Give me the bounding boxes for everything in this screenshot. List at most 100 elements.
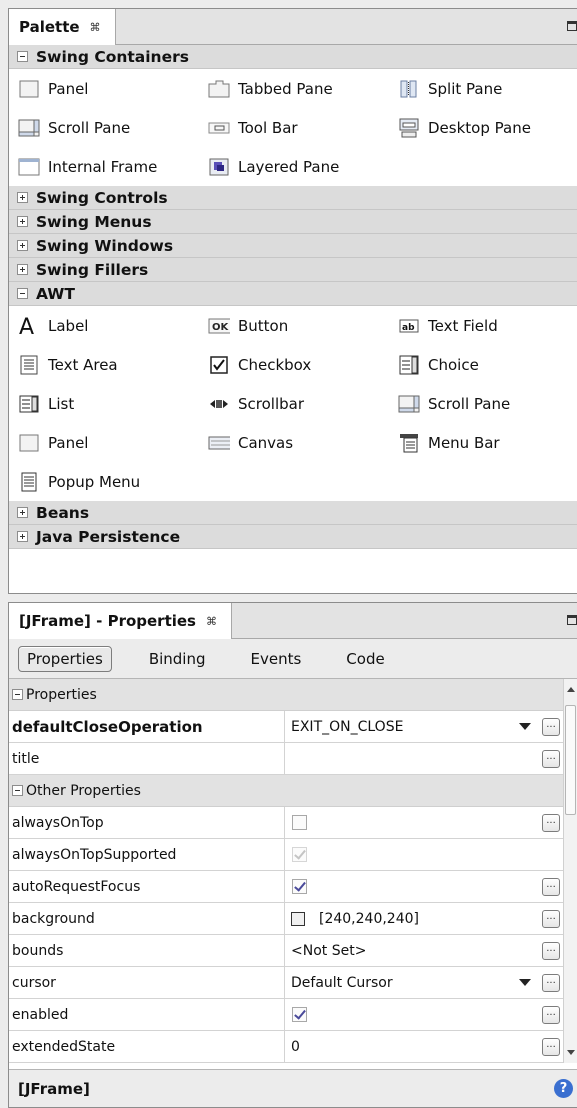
property-row-extendedstate[interactable]: extendedState 0...	[9, 1031, 564, 1063]
property-checkbox[interactable]	[292, 1007, 307, 1022]
property-row-alwaysontop[interactable]: alwaysOnTop...	[9, 807, 564, 839]
palette-body: Swing Containers Panel Tabbed Pane Split Pa…	[9, 45, 577, 549]
property-value-cell[interactable]: EXIT_ON_CLOSE...	[285, 711, 564, 742]
property-value-cell[interactable]: [240,240,240]...	[285, 903, 564, 934]
palette-item-text-area[interactable]: Text Area	[9, 345, 199, 384]
tab-events[interactable]: Events	[243, 646, 310, 672]
close-tab-icon[interactable]: ⌘	[90, 21, 101, 34]
palette-item-scroll-pane[interactable]: Scroll Pane	[389, 384, 577, 423]
property-value-cell[interactable]: <Not Set>...	[285, 935, 564, 966]
expand-icon[interactable]	[17, 192, 28, 203]
property-checkbox[interactable]	[292, 815, 307, 830]
minimize-window-icon[interactable]	[567, 615, 577, 625]
palette-item-label: Text Field	[428, 316, 498, 335]
property-value-cell[interactable]: 0...	[285, 1031, 564, 1062]
palette-tab[interactable]: Palette ⌘	[9, 9, 116, 45]
property-row-cursor[interactable]: cursor Default Cursor...	[9, 967, 564, 999]
category-swing-controls[interactable]: Swing Controls	[9, 186, 577, 210]
property-scrollbar[interactable]	[563, 679, 577, 1063]
properties-tab[interactable]: [JFrame] - Properties ⌘	[9, 603, 232, 639]
collapse-icon[interactable]	[12, 785, 23, 796]
property-value: <Not Set>	[291, 942, 367, 959]
ellipsis-button[interactable]: ...	[542, 974, 560, 992]
ellipsis-button[interactable]: ...	[542, 814, 560, 832]
palette-item-internal-frame[interactable]: Internal Frame	[9, 147, 199, 186]
palette-item-list[interactable]: List	[9, 384, 199, 423]
property-value-cell[interactable]: ...	[285, 871, 564, 902]
ellipsis-button[interactable]: ...	[542, 1038, 560, 1056]
palette-item-panel[interactable]: Panel	[9, 69, 199, 108]
palette-item-checkbox[interactable]: Checkbox	[199, 345, 389, 384]
property-value-cell[interactable]: ...	[285, 999, 564, 1030]
section-properties[interactable]: Properties	[9, 679, 564, 711]
expand-icon[interactable]	[17, 216, 28, 227]
category-beans[interactable]: Beans	[9, 501, 577, 525]
scroll-up-arrow-icon[interactable]	[567, 687, 575, 692]
palette-item-tool-bar[interactable]: Tool Bar	[199, 108, 389, 147]
palette-item-choice[interactable]: Choice	[389, 345, 577, 384]
ellipsis-button[interactable]: ...	[542, 910, 560, 928]
ellipsis-button[interactable]: ...	[542, 1006, 560, 1024]
category-label: Swing Fillers	[36, 260, 149, 279]
category-awt[interactable]: AWT	[9, 282, 577, 306]
palette-item-desktop-pane[interactable]: Desktop Pane	[389, 108, 577, 147]
expand-icon[interactable]	[17, 264, 28, 275]
property-checkbox[interactable]	[292, 879, 307, 894]
collapse-icon[interactable]	[17, 288, 28, 299]
expand-icon[interactable]	[17, 240, 28, 251]
palette-item-panel[interactable]: Panel	[9, 423, 199, 462]
expand-icon[interactable]	[17, 531, 28, 542]
tab-code[interactable]: Code	[338, 646, 392, 672]
scroll-down-arrow-icon[interactable]	[567, 1050, 575, 1055]
property-value-cell[interactable]: ...	[285, 807, 564, 838]
category-java-persistence[interactable]: Java Persistence	[9, 525, 577, 549]
ellipsis-button[interactable]: ...	[542, 718, 560, 736]
palette-item-layered-pane[interactable]: Layered Pane	[199, 147, 389, 186]
property-value-cell[interactable]	[285, 839, 564, 870]
minimize-window-icon[interactable]	[567, 21, 577, 31]
property-row-background[interactable]: background [240,240,240]...	[9, 903, 564, 935]
canvas-icon	[208, 433, 230, 453]
close-tab-icon[interactable]: ⌘	[206, 615, 217, 628]
category-swing-fillers[interactable]: Swing Fillers	[9, 258, 577, 282]
scrollbar-thumb[interactable]	[565, 705, 576, 815]
property-row-defaultcloseoperation[interactable]: defaultCloseOperation EXIT_ON_CLOSE...	[9, 711, 564, 743]
help-icon[interactable]: ?	[554, 1079, 573, 1098]
property-row-enabled[interactable]: enabled...	[9, 999, 564, 1031]
dropdown-arrow-icon[interactable]	[519, 979, 531, 986]
dropdown-arrow-icon[interactable]	[519, 723, 531, 730]
tab-properties[interactable]: Properties	[18, 645, 112, 672]
property-value-cell[interactable]: Default Cursor...	[285, 967, 564, 998]
category-swing-windows[interactable]: Swing Windows	[9, 234, 577, 258]
property-row-alwaysontopsupported[interactable]: alwaysOnTopSupported	[9, 839, 564, 871]
property-row-title[interactable]: title...	[9, 743, 564, 775]
property-name: extendedState	[9, 1031, 285, 1062]
palette-item-button[interactable]: OK Button	[199, 306, 389, 345]
palette-item-popup-menu[interactable]: Popup Menu	[9, 462, 199, 501]
collapse-icon[interactable]	[17, 51, 28, 62]
property-value-cell[interactable]: ...	[285, 743, 564, 774]
palette-item-menu-bar[interactable]: Menu Bar	[389, 423, 577, 462]
expand-icon[interactable]	[17, 507, 28, 518]
tab-binding[interactable]: Binding	[141, 646, 214, 672]
palette-item-scroll-pane[interactable]: Scroll Pane	[9, 108, 199, 147]
ellipsis-button[interactable]: ...	[542, 878, 560, 896]
palette-item-canvas[interactable]: Canvas	[199, 423, 389, 462]
property-row-bounds[interactable]: bounds <Not Set>...	[9, 935, 564, 967]
ellipsis-button[interactable]: ...	[542, 942, 560, 960]
ellipsis-button[interactable]: ...	[542, 750, 560, 768]
property-row-autorequestfocus[interactable]: autoRequestFocus...	[9, 871, 564, 903]
category-swing-menus[interactable]: Swing Menus	[9, 210, 577, 234]
palette-item-text-field[interactable]: ab Text Field	[389, 306, 577, 345]
category-label: Swing Menus	[36, 212, 152, 231]
list-icon	[18, 394, 40, 414]
palette-item-split-pane[interactable]: Split Pane	[389, 69, 577, 108]
section-other-properties[interactable]: Other Properties	[9, 775, 564, 807]
palette-item-tabbed-pane[interactable]: Tabbed Pane	[199, 69, 389, 108]
palette-item-scrollbar[interactable]: Scrollbar	[199, 384, 389, 423]
category-swing-containers[interactable]: Swing Containers	[9, 45, 577, 69]
palette-item-label[interactable]: A Label	[9, 306, 199, 345]
split-pane-icon	[398, 79, 420, 99]
palette-item-label: Internal Frame	[48, 157, 158, 176]
collapse-icon[interactable]	[12, 689, 23, 700]
